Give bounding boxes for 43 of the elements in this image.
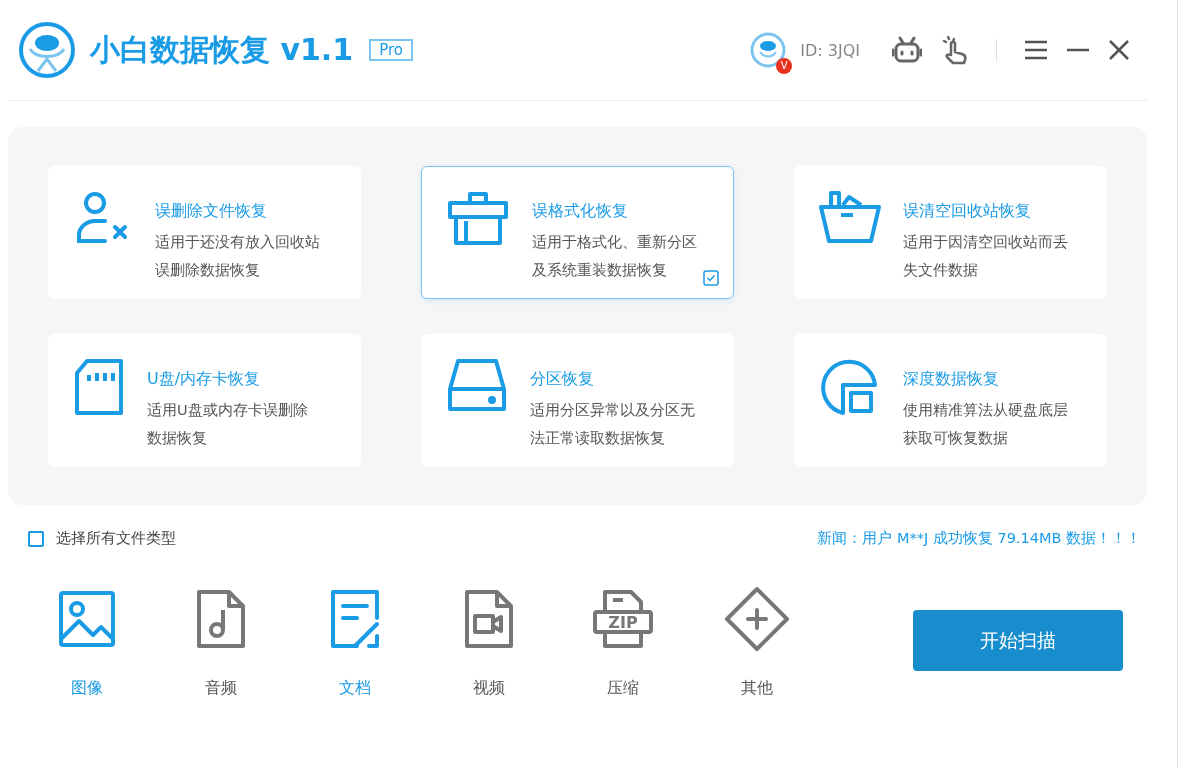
- mode-title: 深度数据恢复: [903, 368, 1000, 390]
- file-type-option[interactable]: 视频: [422, 584, 556, 699]
- start-scan-button[interactable]: 开始扫描: [913, 610, 1123, 671]
- recovery-mode-card[interactable]: 误格式化恢复 适用于格式化、重新分区及系统重装数据恢复: [421, 165, 734, 299]
- plus-diamond-icon: [724, 586, 790, 652]
- mode-description: 使用精准算法从硬盘底层获取可恢复数据: [903, 400, 1069, 448]
- mode-description: 适用于因清空回收站而丢失文件数据: [903, 232, 1069, 280]
- close-icon[interactable]: [1109, 40, 1129, 60]
- memory-card-icon: [73, 356, 125, 417]
- edition-badge: Pro: [369, 39, 413, 61]
- file-type-option[interactable]: 音频: [154, 584, 288, 699]
- select-all-checkbox[interactable]: 选择所有文件类型: [28, 529, 176, 548]
- mode-description: 适用U盘或内存卡误删除数据恢复: [147, 400, 309, 448]
- recovery-mode-card[interactable]: 误删除文件恢复 适用于还没有放入回收站误删除数据恢复: [48, 165, 361, 299]
- mode-description: 适用于还没有放入回收站误删除数据恢复: [155, 232, 321, 280]
- checkmark-icon: [703, 269, 719, 286]
- tap-hand-icon[interactable]: [942, 35, 968, 65]
- vip-badge: V: [776, 58, 793, 74]
- recovery-mode-card[interactable]: 误清空回收站恢复 适用于因清空回收站而丢失文件数据: [794, 165, 1107, 299]
- mode-description: 适用于格式化、重新分区及系统重装数据恢复: [532, 232, 698, 280]
- mode-title: U盘/内存卡恢复: [147, 368, 262, 390]
- mode-title: 误格式化恢复: [532, 200, 629, 222]
- recovery-mode-card[interactable]: 深度数据恢复 使用精准算法从硬盘底层获取可恢复数据: [794, 333, 1107, 467]
- menu-icon[interactable]: [1025, 40, 1047, 60]
- file-type-option[interactable]: 其他: [690, 584, 824, 699]
- logo-icon: [18, 21, 76, 79]
- mode-title: 分区恢复: [530, 368, 595, 390]
- mode-description: 适用分区异常以及分区无法正常读取数据恢复: [530, 400, 696, 448]
- avatar-icon[interactable]: [750, 32, 787, 68]
- recovery-mode-card[interactable]: U盘/内存卡恢复 适用U盘或内存卡误删除数据恢复: [48, 333, 361, 467]
- app-title: 小白数据恢复 v1.1: [90, 30, 354, 69]
- mode-title: 误删除文件恢复: [155, 200, 268, 222]
- user-id: ID: 3JQI: [800, 40, 860, 60]
- robot-icon[interactable]: [892, 36, 922, 64]
- file-type-option[interactable]: ZIP 压缩: [556, 584, 690, 699]
- image-icon: [57, 589, 117, 649]
- minimize-icon[interactable]: [1067, 48, 1089, 52]
- recovery-mode-card[interactable]: 分区恢复 适用分区异常以及分区无法正常读取数据恢复: [421, 333, 734, 467]
- mode-title: 误清空回收站恢复: [903, 200, 1032, 222]
- video-file-icon: [463, 588, 515, 650]
- document-edit-icon: [329, 588, 381, 650]
- news-ticker: 新闻：用户 M**J 成功恢复 79.14MB 数据！！！: [817, 529, 1141, 548]
- music-file-icon: [195, 588, 247, 650]
